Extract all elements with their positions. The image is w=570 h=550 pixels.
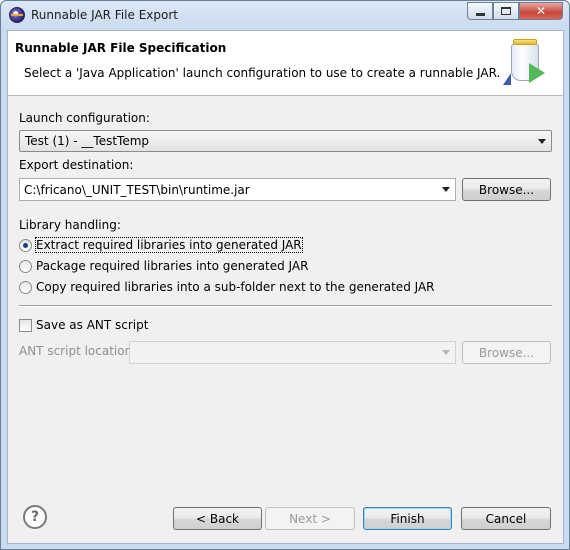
save-ant-script-checkbox[interactable]: Save as ANT script	[19, 318, 148, 332]
checkbox-label: Save as ANT script	[36, 318, 149, 332]
dialog-window: Runnable JAR File Export ✕ Runnable JAR …	[0, 0, 570, 550]
radio-extract-libraries[interactable]: Extract required libraries into generate…	[19, 237, 303, 253]
dialog-client-area: Runnable JAR File Specification Select a…	[7, 30, 564, 544]
radio-indicator[interactable]	[19, 280, 32, 294]
section-divider	[19, 305, 552, 307]
maximize-button[interactable]	[493, 2, 519, 20]
radio-label: Package required libraries into generate…	[36, 259, 309, 273]
wizard-header: Runnable JAR File Specification Select a…	[8, 31, 563, 96]
help-icon[interactable]: ?	[23, 505, 47, 529]
jar-export-icon	[503, 39, 549, 91]
export-destination-input[interactable]	[20, 179, 455, 200]
ant-script-location-input	[130, 342, 455, 363]
minimize-button[interactable]	[467, 2, 493, 20]
export-arrow-icon	[529, 63, 545, 83]
ant-script-location-label: ANT script location:	[19, 344, 137, 358]
minimize-icon	[475, 12, 485, 16]
launch-configuration-select[interactable]: Test (1) - __TestTemp	[19, 130, 552, 152]
window-controls: ✕	[467, 2, 563, 20]
ant-script-location-combo	[129, 341, 456, 364]
radio-package-libraries[interactable]: Package required libraries into generate…	[19, 259, 308, 273]
eclipse-icon	[9, 7, 25, 23]
ant-browse-button: Browse...	[462, 341, 551, 364]
export-destination-label: Export destination:	[19, 158, 134, 172]
radio-copy-libraries[interactable]: Copy required libraries into a sub-folde…	[19, 280, 435, 294]
chevron-down-icon[interactable]	[442, 187, 450, 192]
export-browse-button[interactable]: Browse...	[462, 178, 551, 201]
title-bar: Runnable JAR File Export ✕	[1, 1, 569, 29]
radio-label: Copy required libraries into a sub-folde…	[36, 280, 435, 294]
back-button[interactable]: < Back	[173, 507, 262, 530]
page-title: Runnable JAR File Specification	[15, 41, 227, 55]
checkbox-indicator[interactable]	[19, 318, 32, 332]
chevron-down-icon	[442, 350, 450, 355]
jar-lid	[513, 39, 537, 45]
window-title: Runnable JAR File Export	[31, 8, 178, 22]
launch-configuration-value: Test (1) - __TestTemp	[25, 134, 150, 148]
next-button: Next >	[265, 507, 355, 530]
page-description: Select a 'Java Application' launch confi…	[24, 66, 501, 80]
finish-button[interactable]: Finish	[363, 507, 452, 530]
close-button[interactable]: ✕	[519, 2, 563, 20]
radio-indicator[interactable]	[19, 259, 32, 273]
launch-configuration-label: Launch configuration:	[19, 111, 150, 125]
export-destination-combo[interactable]	[19, 178, 456, 201]
corner-arrow-icon	[503, 73, 511, 85]
radio-label: Extract required libraries into generate…	[35, 237, 303, 253]
radio-indicator[interactable]	[19, 238, 32, 252]
close-icon: ✕	[535, 4, 547, 18]
library-handling-label: Library handling:	[19, 218, 121, 232]
chevron-down-icon	[538, 139, 546, 144]
cancel-button[interactable]: Cancel	[461, 507, 551, 530]
maximize-icon	[501, 7, 511, 15]
